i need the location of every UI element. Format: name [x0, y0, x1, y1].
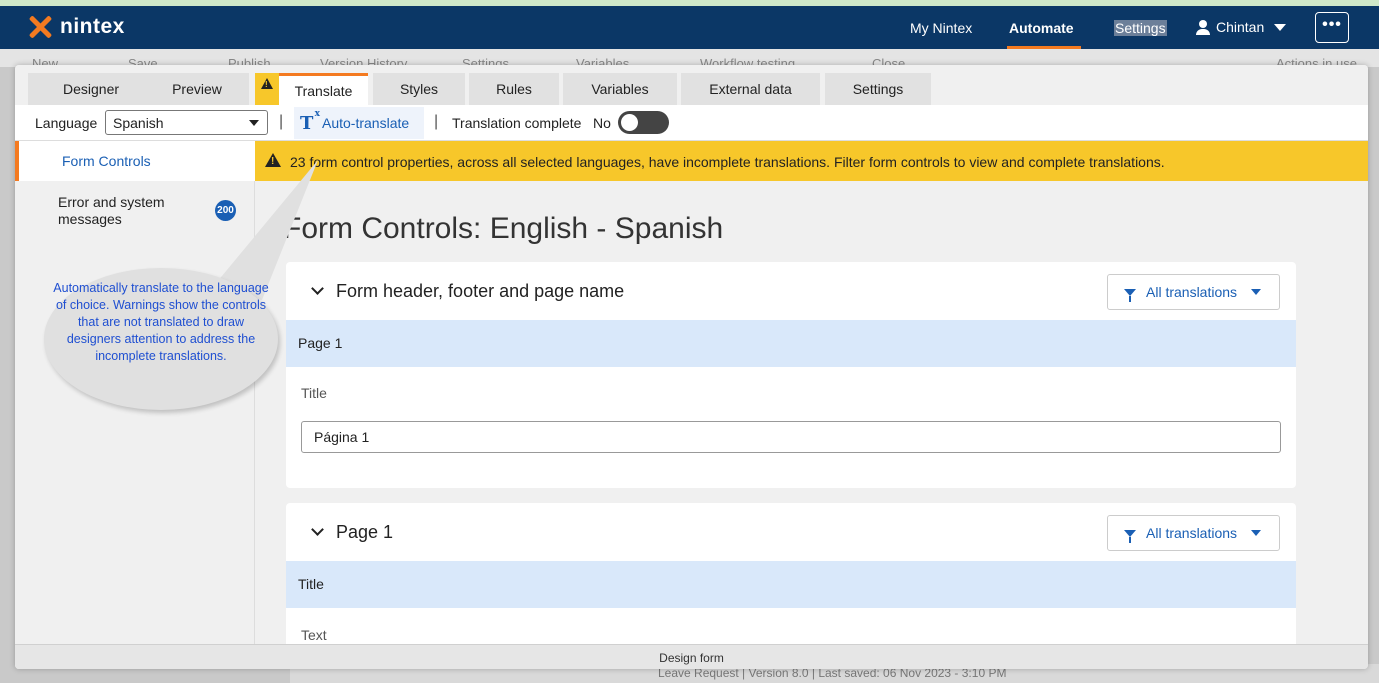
section-card: Form header, footer and page name All tr…	[286, 262, 1296, 488]
toolbar-divider: |	[434, 113, 439, 130]
chevron-down-icon	[249, 120, 259, 126]
translation-complete-value: No	[593, 115, 611, 131]
translation-filter-dropdown[interactable]: All translations	[1107, 274, 1280, 310]
count-badge: 200	[215, 200, 236, 221]
tab-rules[interactable]: Rules	[469, 73, 559, 105]
section-header[interactable]: Form header, footer and page name All tr…	[286, 262, 1296, 320]
auto-translate-label: Auto-translate	[322, 115, 410, 131]
user-name: Chintan	[1216, 19, 1265, 35]
user-icon	[1196, 19, 1210, 35]
chevron-down-icon	[1251, 289, 1262, 295]
language-select[interactable]: Spanish	[105, 110, 268, 135]
logo-text: nintex	[60, 15, 125, 38]
field-label: Text	[301, 627, 327, 643]
chevron-down-icon[interactable]	[311, 282, 324, 295]
top-navigation: nintex My Nintex Automate Settings Chint…	[0, 6, 1379, 49]
nav-automate[interactable]: Automate	[1009, 20, 1074, 36]
tab-settings[interactable]: Settings	[825, 73, 931, 105]
translation-complete-toggle[interactable]	[618, 111, 669, 134]
warning-icon	[265, 153, 281, 167]
section-card: Page 1 All translations Title Text	[286, 503, 1296, 644]
filter-label: All translations	[1146, 525, 1238, 541]
translate-warning-flag	[255, 73, 281, 105]
language-label: Language	[35, 115, 98, 131]
annotation-text: Automatically translate to the language …	[53, 281, 269, 363]
control-row[interactable]: Page 1	[286, 320, 1296, 367]
field-label: Title	[301, 385, 327, 401]
sidebar-item-error-messages[interactable]: Error and system messages	[58, 194, 188, 228]
tab-bar: Designer Preview Translate Styles Rules …	[15, 65, 1368, 105]
tab-translate[interactable]: Translate	[279, 73, 368, 105]
chevron-down-icon	[1251, 530, 1262, 536]
auto-translate-button[interactable]: Tx Auto-translate	[294, 107, 424, 139]
translate-icon: Tx	[300, 108, 320, 134]
page-title: Form Controls: English - Spanish	[283, 212, 724, 245]
warning-icon	[261, 78, 273, 89]
section-title: Page 1	[336, 522, 394, 542]
filter-icon	[1124, 529, 1136, 543]
main-content: Form Controls: English - Spanish Form he…	[255, 181, 1368, 644]
translation-input[interactable]: Página 1	[301, 421, 1281, 453]
toolbar-divider: |	[279, 113, 284, 130]
nintex-logo-icon	[28, 15, 52, 39]
control-row[interactable]: Title	[286, 561, 1296, 608]
toggle-knob	[621, 114, 638, 131]
nav-my-nintex[interactable]: My Nintex	[910, 20, 972, 36]
tab-external-data[interactable]: External data	[681, 73, 820, 105]
chevron-down-icon[interactable]	[311, 523, 324, 536]
nav-settings[interactable]: Settings	[1114, 20, 1167, 36]
section-title: Form header, footer and page name	[336, 281, 625, 301]
translation-complete-label: Translation complete	[452, 115, 582, 131]
nintex-logo[interactable]: nintex	[28, 15, 125, 39]
tab-styles[interactable]: Styles	[373, 73, 465, 105]
tab-variables[interactable]: Variables	[563, 73, 677, 105]
warning-banner: 23 form control properties, across all s…	[255, 141, 1368, 181]
tab-designer[interactable]: Designer	[28, 73, 154, 105]
sidebar-item-form-controls[interactable]: Form Controls	[15, 141, 255, 181]
language-toolbar: Language Spanish | Tx Auto-translate | T…	[15, 105, 1368, 141]
chevron-down-icon	[1274, 23, 1287, 31]
tab-preview[interactable]: Preview	[145, 73, 249, 105]
modal-footer: Design form	[15, 644, 1368, 669]
translation-filter-dropdown[interactable]: All translations	[1107, 515, 1280, 551]
language-select-value: Spanish	[113, 115, 164, 131]
user-menu[interactable]: Chintan	[1196, 19, 1287, 35]
warning-text: 23 form control properties, across all s…	[290, 154, 1165, 170]
filter-icon	[1124, 288, 1136, 302]
more-options-button[interactable]: •••	[1315, 12, 1349, 43]
section-header[interactable]: Page 1 All translations	[286, 503, 1296, 561]
filter-label: All translations	[1146, 284, 1238, 300]
